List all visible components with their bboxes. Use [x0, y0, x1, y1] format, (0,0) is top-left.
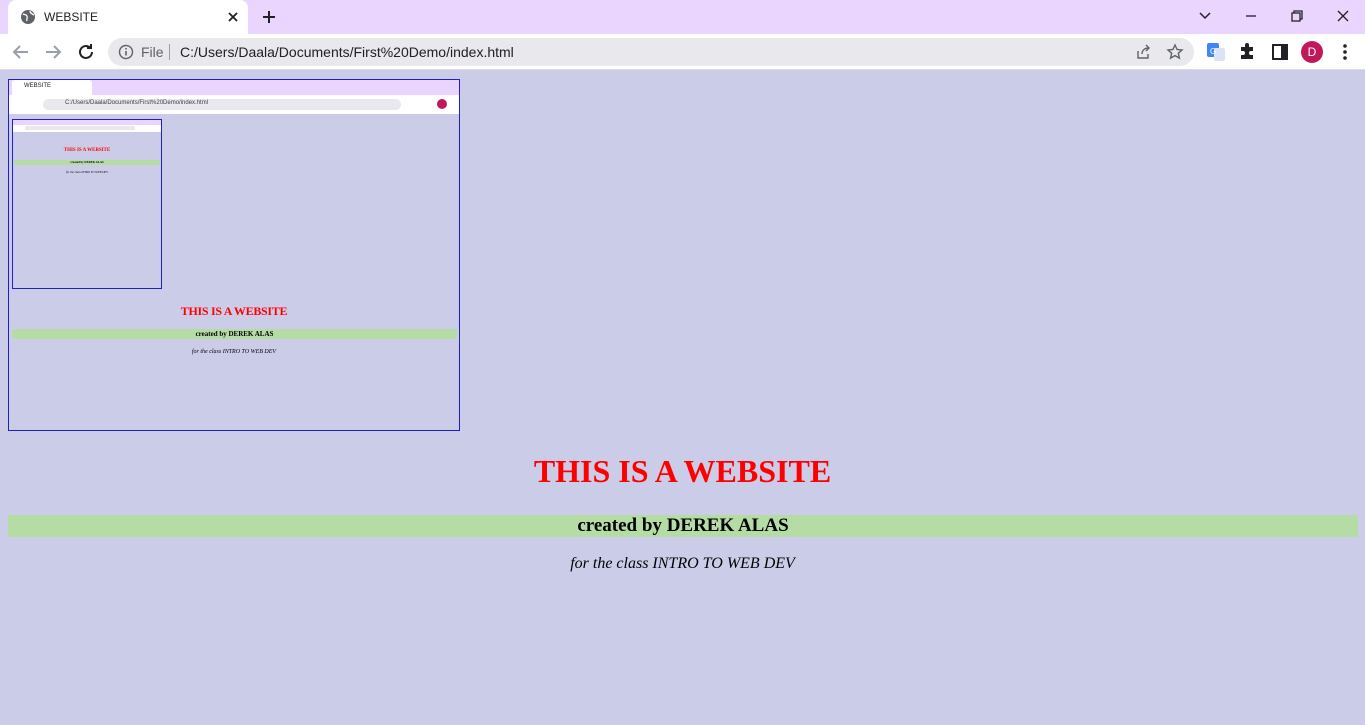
- page-title: THIS IS A WEBSITE: [533, 453, 832, 489]
- google-translate-icon[interactable]: G: [1204, 40, 1228, 64]
- nested-url-text: C:/Users/Daala/Documents/First%20Demo/in…: [65, 100, 209, 106]
- inner-subtitle: for the class INTRO TO WEB DEV: [65, 170, 109, 174]
- address-bar[interactable]: File C:/Users/Daala/Documents/First%20De…: [108, 38, 1194, 66]
- browser-toolbar: File C:/Users/Daala/Documents/First%20De…: [0, 34, 1365, 70]
- tab-title: WEBSITE: [44, 10, 99, 24]
- page-subtitle: for the class INTRO TO WEB DEV: [570, 555, 795, 572]
- share-icon[interactable]: [1134, 43, 1152, 61]
- minimize-icon[interactable]: [1239, 5, 1263, 27]
- inner-toolbar: [13, 125, 161, 132]
- restore-icon[interactable]: [1285, 5, 1309, 27]
- nested-inner-screenshot: THIS IS A WEBSITE created by DEREK ALAS …: [12, 119, 162, 289]
- nested-tab: WEBSITE: [12, 80, 92, 95]
- url-text[interactable]: C:/Users/Daala/Documents/First%20Demo/in…: [180, 44, 514, 60]
- info-icon[interactable]: [118, 44, 134, 60]
- inner-address-bar: [25, 126, 135, 130]
- tab-strip: WEBSITE: [0, 0, 1365, 34]
- page-viewport: WEBSITE C:/Users/Daala/Documents/First%2…: [0, 71, 1365, 725]
- back-arrow-icon[interactable]: [9, 40, 33, 64]
- embedded-screenshot-image: WEBSITE C:/Users/Daala/Documents/First%2…: [8, 79, 460, 431]
- nested-credit-bar: created by DEREK ALAS: [12, 329, 457, 339]
- nested-tab-title: WEBSITE: [24, 83, 52, 89]
- svg-text:G: G: [1210, 47, 1216, 56]
- credit-bar: created by DEREK ALAS: [8, 515, 1358, 537]
- tab-search-icon[interactable]: [1193, 5, 1217, 27]
- nested-address-bar: C:/Users/Daala/Documents/First%20Demo/in…: [43, 99, 401, 110]
- nested-page-title: THIS IS A WEBSITE: [180, 304, 288, 318]
- menu-kebab-icon[interactable]: [1333, 40, 1357, 64]
- nested-subtitle: for the class INTRO TO WEB DEV: [191, 349, 277, 355]
- inner-page-title: THIS IS A WEBSITE: [63, 148, 111, 153]
- close-tab-icon[interactable]: [224, 8, 242, 26]
- reload-icon[interactable]: [74, 40, 98, 64]
- nested-avatar: [437, 99, 447, 109]
- profile-avatar[interactable]: D: [1301, 41, 1323, 63]
- forward-arrow-icon[interactable]: [41, 40, 65, 64]
- bookmark-star-icon[interactable]: [1166, 43, 1184, 61]
- tab-website[interactable]: WEBSITE: [8, 0, 248, 34]
- omnibox-divider: [169, 44, 170, 60]
- globe-icon: [21, 10, 35, 24]
- nested-tab-strip: WEBSITE: [9, 80, 459, 95]
- side-panel-icon[interactable]: [1268, 40, 1292, 64]
- new-tab-icon[interactable]: [259, 7, 279, 27]
- nested-toolbar: C:/Users/Daala/Documents/First%20Demo/in…: [9, 95, 459, 114]
- extensions-puzzle-icon[interactable]: [1236, 40, 1260, 64]
- inner-credit-bar: created by DEREK ALAS: [14, 160, 160, 165]
- close-window-icon[interactable]: [1331, 5, 1355, 27]
- file-scheme-label: File: [141, 44, 164, 60]
